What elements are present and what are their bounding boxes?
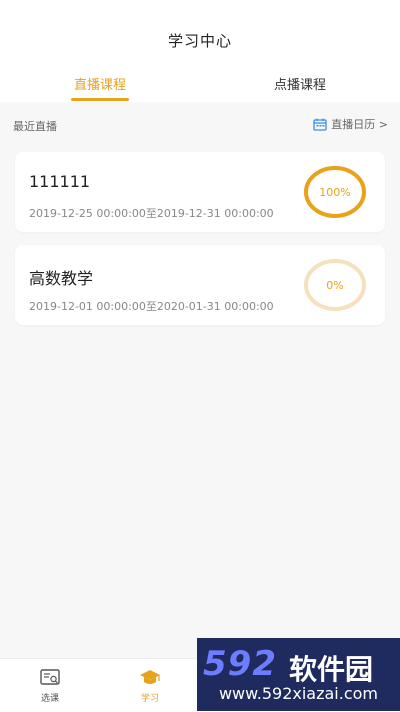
course-card[interactable]: 高数教学 2019-12-01 00:00:00至2020-01-31 00:0… <box>15 245 385 325</box>
header: 学习中心 <box>0 0 400 62</box>
watermark-url: www.592xiazai.com <box>218 684 379 703</box>
course-name: 高数教学 <box>29 269 94 288</box>
course-name: 111111 <box>29 172 91 191</box>
progress-ring-graphic: 100% <box>304 166 366 218</box>
nav-item-select-course[interactable]: 选课 <box>20 667 80 704</box>
live-calendar-link[interactable]: 直播日历 > <box>313 116 388 132</box>
course-dates: 2019-12-25 00:00:00至2019-12-31 00:00:00 <box>29 207 274 220</box>
page-title: 学习中心 <box>167 32 232 50</box>
nav-label: 选课 <box>40 694 59 704</box>
progress-label: 100% <box>319 186 350 199</box>
tab-vod-courses[interactable]: 点播课程 <box>240 74 360 93</box>
section-title: 最近直播 <box>13 120 57 133</box>
nav-item-study[interactable]: 学习 <box>120 667 180 704</box>
nav-label: 学习 <box>140 694 159 704</box>
calendar-icon <box>313 118 327 131</box>
progress-label: 0% <box>326 279 343 292</box>
watermark-logo: 592 软件园 www.592xiazai.com <box>197 638 400 711</box>
progress-ring: 100% <box>303 165 367 219</box>
tab-bar: 直播课程 点播课程 <box>0 62 400 102</box>
watermark-site-name: 软件园 <box>289 653 374 686</box>
section-header: 最近直播 直播日历 > <box>0 102 400 146</box>
tab-vod-courses-label: 点播课程 <box>273 78 326 93</box>
tab-live-courses[interactable]: 直播课程 <box>40 74 160 101</box>
live-calendar-label: 直播日历 > <box>331 118 388 131</box>
graduation-cap-icon <box>139 667 161 689</box>
progress-ring-graphic: 0% <box>304 259 366 311</box>
watermark-logo-number: 592 <box>203 644 277 684</box>
active-tab-indicator <box>71 98 129 101</box>
course-dates: 2019-12-01 00:00:00至2020-01-31 00:00:00 <box>29 300 274 313</box>
course-select-icon <box>39 667 61 689</box>
progress-ring: 0% <box>303 258 367 312</box>
course-card[interactable]: 111111 2019-12-25 00:00:00至2019-12-31 00… <box>15 152 385 232</box>
tab-live-courses-label: 直播课程 <box>73 78 126 93</box>
